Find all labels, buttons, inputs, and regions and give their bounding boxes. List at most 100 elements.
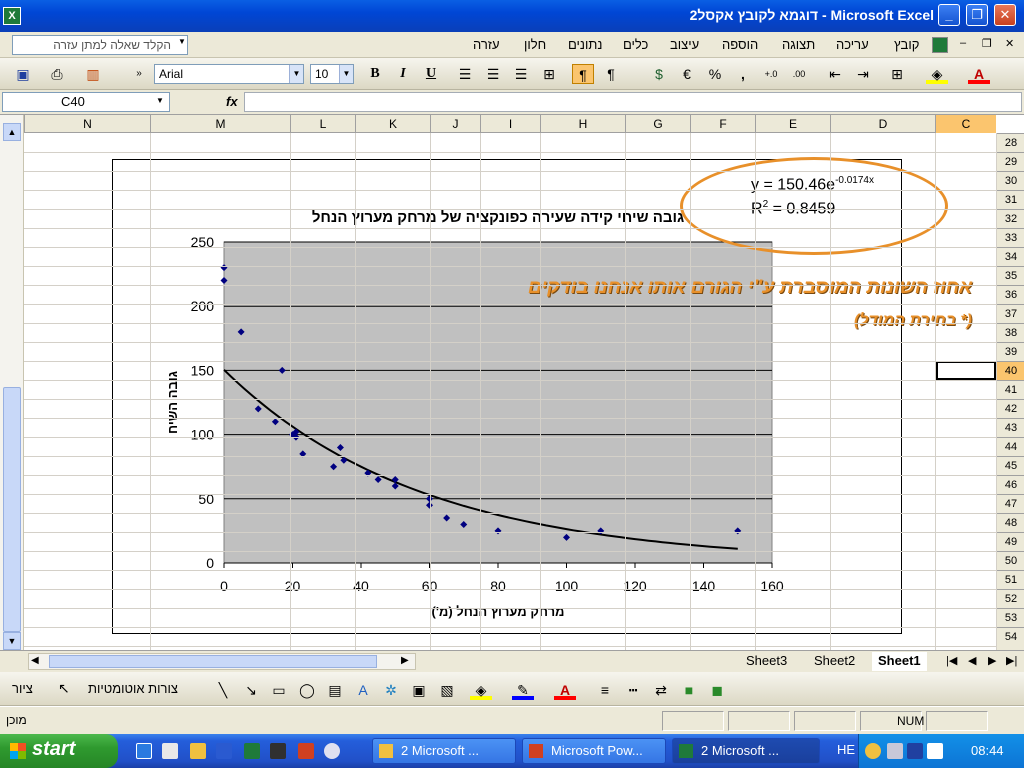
last-sheet-icon[interactable]: ▶| [1006,654,1017,667]
worksheet-grid[interactable]: NMLKJIHGFEDC 28 29 30 31 32 33 34 35 36 37 38 39 40 4… [0,115,1024,650]
task-powerpoint[interactable]: Microsoft Pow... [522,738,666,764]
column-header-f[interactable]: F [690,115,755,133]
fill-color-icon[interactable]: ◈ [470,680,492,700]
tab-sheet1[interactable]: Sheet1 [872,652,927,671]
name-box[interactable]: C40 [2,92,170,112]
percent-button[interactable]: % [704,64,726,84]
minimize-button[interactable]: _ [938,4,960,26]
vertical-scrollbar[interactable]: ▲ ▼ [0,115,24,650]
fx-icon[interactable]: fx [226,94,238,109]
toolbar-options-icon[interactable]: » [128,64,150,84]
menu-help[interactable]: עזרה [473,37,500,52]
align-center-icon[interactable]: ☰ [482,64,504,84]
chevron-down-icon[interactable]: ▼ [339,65,353,83]
oval-icon[interactable]: ◯ [296,680,318,700]
row-header-28[interactable]: 28 [997,133,1024,152]
menu-tools[interactable]: כלים [623,37,648,52]
decrease-indent-icon[interactable]: ⇤ [824,64,846,84]
menu-edit[interactable]: עריכה [836,37,869,52]
arrow-icon[interactable]: ↘ [240,680,262,700]
row-header-30[interactable]: 30 [997,171,1024,190]
row-header-45[interactable]: 45 [997,456,1024,475]
maximize-button[interactable]: ❐ [966,4,988,26]
tab-sheet3[interactable]: Sheet3 [740,652,794,671]
wordart-icon[interactable]: A [352,680,374,700]
select-arrow-icon[interactable]: ↖ [58,680,70,697]
font-color-icon[interactable]: A [554,680,576,700]
chevron-down-icon[interactable]: ▼ [156,96,164,105]
align-right-icon[interactable]: ☰ [510,64,532,84]
language-indicator[interactable]: HE [837,742,855,757]
excel-icon[interactable] [244,743,260,759]
scroll-right-icon[interactable]: ▶ [401,655,409,666]
menu-format[interactable]: עיצוב [670,37,699,52]
fill-color-icon[interactable]: ◈ [926,64,948,84]
row-header-48[interactable]: 48 [997,513,1024,532]
font-size-combo[interactable]: 10 ▼ [310,64,354,84]
monitor-icon[interactable] [927,743,943,759]
network-icon[interactable] [887,743,903,759]
row-header-53[interactable]: 53 [997,608,1024,627]
media-player-icon[interactable] [324,743,340,759]
merge-center-icon[interactable]: ⊞ [538,64,560,84]
horizontal-scrollbar[interactable]: ◀ ▶ [28,653,416,670]
start-button[interactable]: start [0,734,118,768]
picture-icon[interactable]: ▧ [436,680,458,700]
bold-button[interactable]: B [364,64,386,84]
scroll-down-icon[interactable]: ▼ [3,632,21,650]
line-style-icon[interactable]: ≡ [594,680,616,700]
row-header-37[interactable]: 37 [997,304,1024,323]
camera-icon[interactable] [270,743,286,759]
row-header-41[interactable]: 41 [997,380,1024,399]
menu-data[interactable]: נתונים [568,37,602,52]
diagram-icon[interactable]: ✲ [380,680,402,700]
powerpoint-icon[interactable] [298,743,314,759]
ask-question-box[interactable]: הקלד שאלה למתן עזרה [12,35,188,55]
prev-sheet-icon[interactable]: ◀ [968,654,976,667]
workbook-icon[interactable] [932,37,948,53]
first-sheet-icon[interactable]: |◀ [946,654,957,667]
euro-button[interactable]: € [676,64,698,84]
doc-minimize-icon[interactable]: – [960,37,966,49]
row-header-29[interactable]: 29 [997,152,1024,171]
line-color-icon[interactable]: ✎ [512,680,534,700]
h-scroll-thumb[interactable] [49,655,377,668]
ask-dropdown-icon[interactable]: ▼ [178,37,186,46]
column-header-j[interactable]: J [430,115,480,133]
3d-icon[interactable]: ◼ [706,680,728,700]
next-sheet-icon[interactable]: ▶ [988,654,996,667]
column-header-k[interactable]: K [355,115,430,133]
autoshapes-menu[interactable]: צורות אוטומטיות [88,681,178,696]
task-folder[interactable]: 2 Microsoft ... [372,738,516,764]
row-header-46[interactable]: 46 [997,475,1024,494]
menu-insert[interactable]: הוספה [722,37,758,52]
close-button[interactable]: ✕ [994,4,1016,26]
dash-style-icon[interactable]: ┅ [622,680,644,700]
increase-indent-icon[interactable]: ⇥ [852,64,874,84]
eu-flag-icon[interactable] [907,743,923,759]
row-header-51[interactable]: 51 [997,570,1024,589]
doc-restore-icon[interactable]: ❐ [982,37,992,50]
row-header-33[interactable]: 33 [997,228,1024,247]
draw-menu[interactable]: ציור [12,681,33,696]
scroll-thumb[interactable] [3,387,21,632]
comma-button[interactable]: , [732,64,754,84]
excel-app-icon[interactable]: X [3,7,21,25]
rectangle-icon[interactable]: ▭ [268,680,290,700]
column-header-n[interactable]: N [24,115,150,133]
row-header-34[interactable]: 34 [997,247,1024,266]
column-header-d[interactable]: D [830,115,935,133]
chevron-down-icon[interactable]: ▼ [289,65,303,83]
menu-file[interactable]: קובץ [894,37,919,52]
row-header-35[interactable]: 35 [997,266,1024,285]
row-header-47[interactable]: 47 [997,494,1024,513]
scroll-left-icon[interactable]: ◀ [31,655,39,666]
italic-button[interactable]: I [392,64,414,84]
row-header-42[interactable]: 42 [997,399,1024,418]
column-header-i[interactable]: I [480,115,540,133]
menu-view[interactable]: תצוגה [782,37,815,52]
tray-clock-icon[interactable] [865,743,881,759]
row-header-38[interactable]: 38 [997,323,1024,342]
row-header-50[interactable]: 50 [997,551,1024,570]
underline-button[interactable]: U [420,64,442,84]
